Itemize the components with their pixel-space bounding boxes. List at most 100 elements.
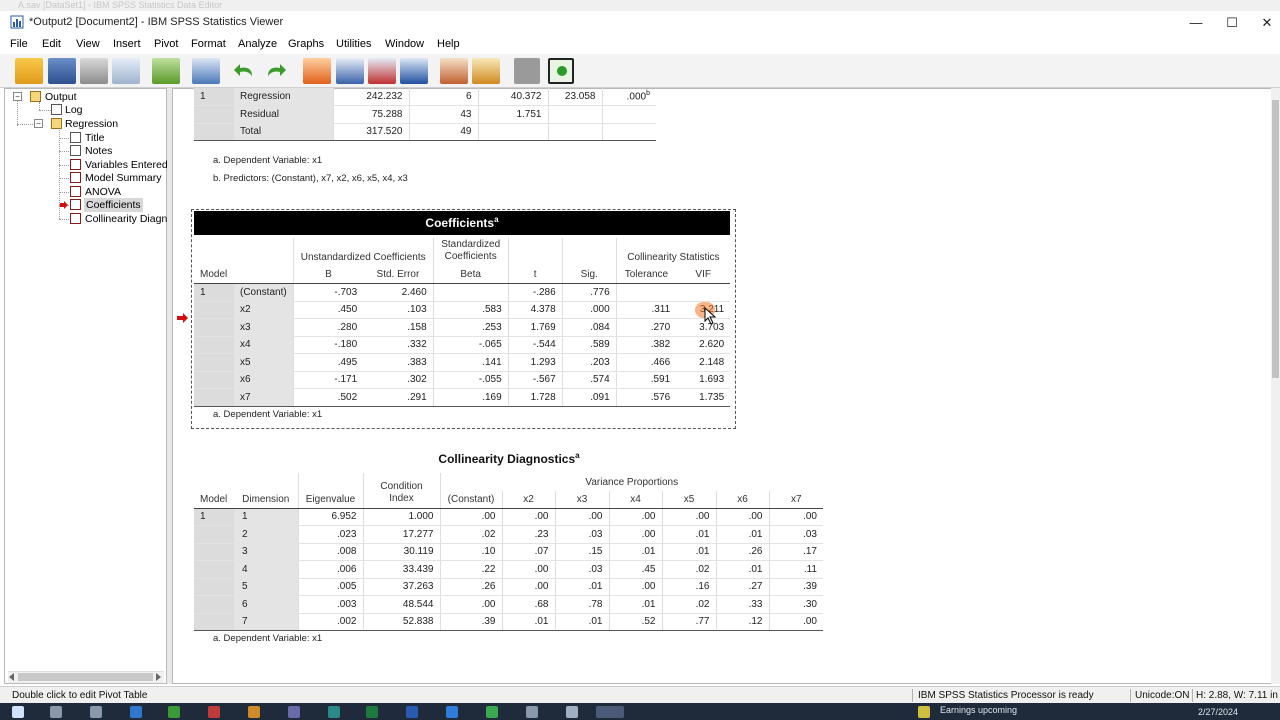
tree-collapse-regression[interactable]: −: [34, 119, 43, 128]
taskbar-earnings[interactable]: Earnings upcoming: [940, 705, 1017, 715]
tolerance-cell: .591: [615, 371, 677, 389]
sig-cell: [601, 123, 656, 141]
tree-item-anova[interactable]: ANOVA: [85, 186, 121, 198]
tree-item-variables-entered[interactable]: Variables Entered: [85, 159, 168, 171]
row-label-cell: Regression: [234, 88, 333, 106]
variance-proportion-cell: .00: [661, 508, 716, 526]
app-icon[interactable]: [208, 706, 220, 718]
row-label-cell: (Constant): [234, 283, 294, 302]
variance-proportion-cell: .11: [768, 560, 823, 579]
row-label-cell: x7: [234, 388, 294, 407]
designate-window-icon[interactable]: [440, 58, 468, 84]
redo-icon[interactable]: [264, 62, 288, 80]
print-preview-icon[interactable]: [112, 58, 140, 84]
dimension-cell: 6: [234, 595, 298, 614]
spss-taskbar-icon[interactable]: [596, 706, 624, 718]
print-icon[interactable]: [80, 58, 108, 84]
tree-item-log[interactable]: Log: [65, 104, 83, 116]
tree-item-coefficients[interactable]: Coefficients: [84, 198, 143, 212]
menu-analyze[interactable]: Analyze: [238, 38, 277, 50]
app-icon[interactable]: [566, 706, 578, 718]
app-icon[interactable]: [526, 706, 538, 718]
variables-entered-table-icon: [70, 159, 81, 170]
variables-icon[interactable]: [400, 58, 428, 84]
menu-help[interactable]: Help: [437, 38, 460, 50]
tree-item-output[interactable]: Output: [45, 91, 77, 103]
search-icon[interactable]: [50, 706, 62, 718]
f-cell: [547, 105, 602, 124]
tree-item-regression[interactable]: Regression: [65, 118, 118, 130]
content-scroll-thumb[interactable]: [1272, 100, 1279, 378]
variance-proportion-cell: .01: [661, 543, 716, 561]
menu-insert[interactable]: Insert: [113, 38, 141, 50]
variance-proportion-cell: .03: [554, 525, 609, 544]
create-new-icon[interactable]: [548, 58, 574, 84]
df-cell: 6: [408, 88, 478, 106]
run-script-icon[interactable]: [472, 58, 500, 84]
tree-item-model-summary[interactable]: Model Summary: [85, 172, 161, 184]
coefficients-table[interactable]: Unstandardized Coefficients Standardized…: [194, 238, 731, 407]
header-condition-index: Condition Index: [362, 473, 440, 509]
header-tolerance: Tolerance: [615, 266, 677, 284]
menu-view[interactable]: View: [76, 38, 100, 50]
tolerance-cell: [615, 283, 677, 302]
undo-icon[interactable]: [232, 62, 256, 80]
tree-item-notes[interactable]: Notes: [85, 145, 112, 157]
menu-bar: File Edit View Insert Pivot Format Analy…: [0, 34, 1280, 54]
menu-graphs[interactable]: Graphs: [288, 38, 324, 50]
outline-scroll-thumb[interactable]: [18, 673, 153, 681]
maximize-button[interactable]: ☐: [1214, 11, 1250, 34]
table-row: 2.023 17.277.02.23.03.00.01.01.03: [194, 525, 823, 544]
app-icon[interactable]: [248, 706, 260, 718]
app-icon[interactable]: [130, 706, 142, 718]
header-std-error: Std. Error: [363, 266, 434, 284]
chrome-icon[interactable]: [486, 706, 498, 718]
sig-cell: .574: [561, 371, 617, 389]
menu-utilities[interactable]: Utilities: [336, 38, 371, 50]
variance-proportion-cell: .12: [715, 613, 769, 631]
scroll-left-icon[interactable]: [8, 673, 16, 681]
collinearity-diagnostics-table[interactable]: Condition Index Variance Proportions Mod…: [194, 473, 823, 631]
menu-format[interactable]: Format: [191, 38, 226, 50]
row-label-cell: x5: [234, 353, 294, 372]
header-collinearity-stats: Collinearity Statistics: [615, 238, 731, 266]
close-button[interactable]: ✕: [1249, 11, 1280, 34]
header-model: Model: [194, 490, 234, 509]
tree-collapse-output[interactable]: −: [13, 92, 22, 101]
anova-table[interactable]: 1 Regression 242.232 6 40.372 23.058.000b Res…: [194, 88, 656, 141]
b-cell: .280: [292, 318, 364, 337]
goto-data-icon[interactable]: [303, 58, 331, 84]
variance-proportion-cell: .39: [439, 613, 502, 631]
variance-proportion-cell: .30: [768, 595, 823, 614]
excel-icon[interactable]: [366, 706, 378, 718]
app-icon[interactable]: [288, 706, 300, 718]
save-icon[interactable]: [48, 58, 76, 84]
scroll-right-icon[interactable]: [154, 673, 162, 681]
edge-icon[interactable]: [446, 706, 458, 718]
app-icon[interactable]: [168, 706, 180, 718]
task-view-icon[interactable]: [90, 706, 102, 718]
sig-cell: .000b: [601, 88, 656, 106]
tree-item-collinearity[interactable]: Collinearity Diagn: [85, 213, 167, 225]
menu-edit[interactable]: Edit: [42, 38, 61, 50]
windows-start-icon[interactable]: [12, 706, 24, 718]
beta-cell: -.065: [432, 336, 509, 354]
app-icon[interactable]: [328, 706, 340, 718]
header-variance-proportions: Variance Proportions: [439, 473, 823, 491]
export-icon[interactable]: [152, 58, 180, 84]
tree-item-title[interactable]: Title: [85, 132, 104, 144]
menu-window[interactable]: Window: [385, 38, 424, 50]
word-icon[interactable]: [406, 706, 418, 718]
condition-index-cell: 30.119: [362, 543, 440, 561]
goto-variable-icon[interactable]: [368, 58, 396, 84]
header-beta: Beta: [432, 266, 509, 284]
eigenvalue-cell: .002: [297, 613, 363, 631]
open-folder-icon[interactable]: [15, 58, 43, 84]
variance-proportion-cell: .00: [501, 508, 555, 526]
menu-file[interactable]: File: [10, 38, 28, 50]
sig-cell: .589: [561, 336, 617, 354]
minimize-button[interactable]: —: [1178, 11, 1214, 34]
recall-dialog-icon[interactable]: [192, 58, 220, 84]
menu-pivot[interactable]: Pivot: [154, 38, 178, 50]
goto-case-icon[interactable]: [336, 58, 364, 84]
